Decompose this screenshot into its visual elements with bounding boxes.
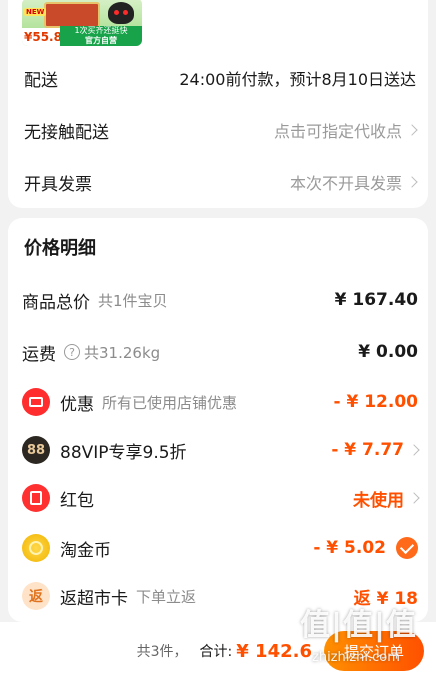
new-tag: NEW [24,8,47,16]
red-packet-icon [22,484,50,512]
red-packet-row[interactable]: 红包 未使用 [8,478,428,518]
shipping-row: 运费 ? 共31.26kg ¥ 0.00 [8,332,428,372]
question-icon[interactable]: ? [64,344,80,360]
fanchaoshi-sub: 下单立返 [136,587,197,606]
delivery-label: 配送 [24,70,58,91]
vip-label: 88VIP专享9.5折 [60,442,187,463]
shipping-sub: 共31.26kg [84,343,161,362]
taojinbi-amount: - ¥ 5.02 [313,537,418,559]
contactless-value: 点击可指定代收点 [273,118,418,142]
invoice-label: 开具发票 [24,174,92,195]
product-thumbnail[interactable]: NEW ¥55.8 1次买齐还挺快 官方自营 [22,0,142,46]
watermark-url: zhizhizhi.com [312,650,400,665]
product-price-tag: ¥55.8 [22,28,62,46]
discount-amount: - ¥ 12.00 [333,392,419,412]
delivery-card: NEW ¥55.8 1次买齐还挺快 官方自营 配送 24:00前付款，预计8月1… [8,0,428,208]
goods-total-sub: 共1件宝贝 [98,291,168,310]
product-banner-line2: 官方自营 [60,36,142,46]
product-package-image [44,2,100,28]
goods-total-amount: ¥ 167.40 [334,290,418,310]
tmall-cat-logo [108,2,134,24]
checkbox-checked-icon[interactable] [396,537,418,559]
chevron-right-icon [406,124,418,136]
price-detail-card: 价格明细 商品总价 共1件宝贝 ¥ 167.40 运费 ? 共31.26kg ¥… [8,218,428,622]
chevron-right-icon [406,176,418,188]
watermark-logo: 值|值|值 [300,608,417,643]
contactless-value-text: 点击可指定代收点 [273,122,402,141]
goods-total-row: 商品总价 共1件宝贝 ¥ 167.40 [8,280,428,320]
taojinbi-label: 淘金币 [60,540,111,561]
coupon-icon [22,388,50,416]
contactless-label: 无接触配送 [24,122,109,143]
88vip-icon: 88 [22,436,50,464]
product-banner-line1: 1次买齐还挺快 [60,26,142,36]
vip-amount: - ¥ 7.77 [331,440,420,460]
vip-row[interactable]: 88 88VIP专享9.5折 - ¥ 7.77 [8,430,428,470]
delivery-value: 24:00前付款，预计8月10日送达 [179,70,416,89]
invoice-value: 本次不开具发票 [289,170,418,194]
taojinbi-amount-text: - ¥ 5.02 [313,538,386,558]
price-detail-title: 价格明细 [24,238,96,259]
red-packet-label: 红包 [60,490,94,511]
invoice-row[interactable]: 开具发票 本次不开具发票 [8,162,428,202]
chevron-right-icon [408,492,420,504]
item-count: 共3件， [136,644,188,660]
gold-coin-icon [22,534,50,562]
shipping-label: 运费 [22,344,56,365]
goods-total-label: 商品总价 [22,292,90,313]
total-label: 合计: [199,644,233,660]
invoice-value-text: 本次不开具发票 [289,174,402,193]
contactless-delivery-row[interactable]: 无接触配送 点击可指定代收点 [8,110,428,150]
delivery-row: 配送 24:00前付款，预计8月10日送达 [8,58,428,98]
taojinbi-row[interactable]: 淘金币 - ¥ 5.02 [8,528,428,568]
red-packet-amount: 未使用 [353,486,420,511]
discount-label: 优惠 [60,394,94,415]
chevron-right-icon [408,444,420,456]
red-packet-amount-text: 未使用 [353,490,404,511]
fanchaoshi-label: 返超市卡 [60,588,128,609]
fan-icon: 返 [22,582,50,610]
discount-sub: 所有已使用店铺优惠 [102,393,238,412]
shipping-amount: ¥ 0.00 [358,342,418,362]
vip-amount-text: - ¥ 7.77 [331,440,404,460]
discount-row[interactable]: 优惠 所有已使用店铺优惠 - ¥ 12.00 [8,382,428,422]
